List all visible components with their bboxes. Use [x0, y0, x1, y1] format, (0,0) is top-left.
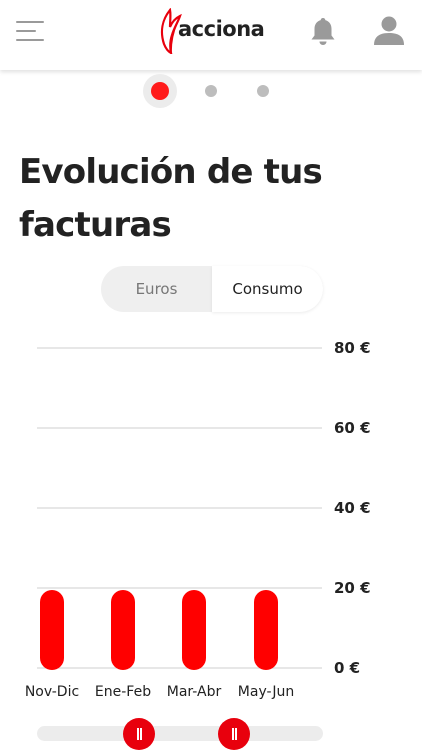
pager-dot-2[interactable] [205, 85, 217, 97]
pager-dot-1[interactable] [151, 82, 169, 100]
x-category-label: Ene-Feb [95, 684, 151, 700]
page-title: Evolución de tus facturas [19, 152, 323, 245]
bills-bar-chart: 0 € 20 € 40 € 60 € 80 € Nov-Dic Ene-Feb Mar-Abr… [25, 339, 371, 700]
bar-may-jun[interactable] [254, 590, 278, 670]
bar-mar-abr[interactable] [182, 590, 206, 670]
brand-name: acciona [178, 17, 265, 41]
acciona-logo: acciona [158, 8, 270, 54]
toggle-consumo[interactable]: Consumo [212, 266, 323, 312]
x-category-label: May-Jun [238, 684, 294, 700]
bar-ene-feb[interactable] [111, 590, 135, 670]
user-icon[interactable] [373, 15, 405, 47]
pager-dot-3[interactable] [257, 85, 269, 97]
y-tick-label: 40 € [334, 499, 371, 517]
y-tick-label: 80 € [334, 339, 371, 357]
carousel-pager [0, 74, 422, 108]
x-category-label: Mar-Abr [167, 684, 222, 700]
bar-nov-dic[interactable] [40, 590, 64, 670]
bell-icon[interactable] [310, 16, 336, 46]
slider-track[interactable] [37, 726, 323, 741]
y-tick-label: 60 € [334, 419, 371, 437]
hamburger-menu-icon[interactable] [16, 18, 46, 44]
y-tick-label: 0 € [334, 659, 360, 677]
slider-handle-end[interactable] [218, 718, 250, 750]
slider-handle-start[interactable] [123, 718, 155, 750]
unit-toggle: Euros Consumo [101, 266, 323, 312]
toggle-euros[interactable]: Euros [101, 266, 212, 312]
y-tick-label: 20 € [334, 579, 371, 597]
top-bar: acciona [0, 0, 422, 70]
x-category-label: Nov-Dic [25, 684, 79, 700]
range-slider[interactable] [37, 718, 323, 750]
